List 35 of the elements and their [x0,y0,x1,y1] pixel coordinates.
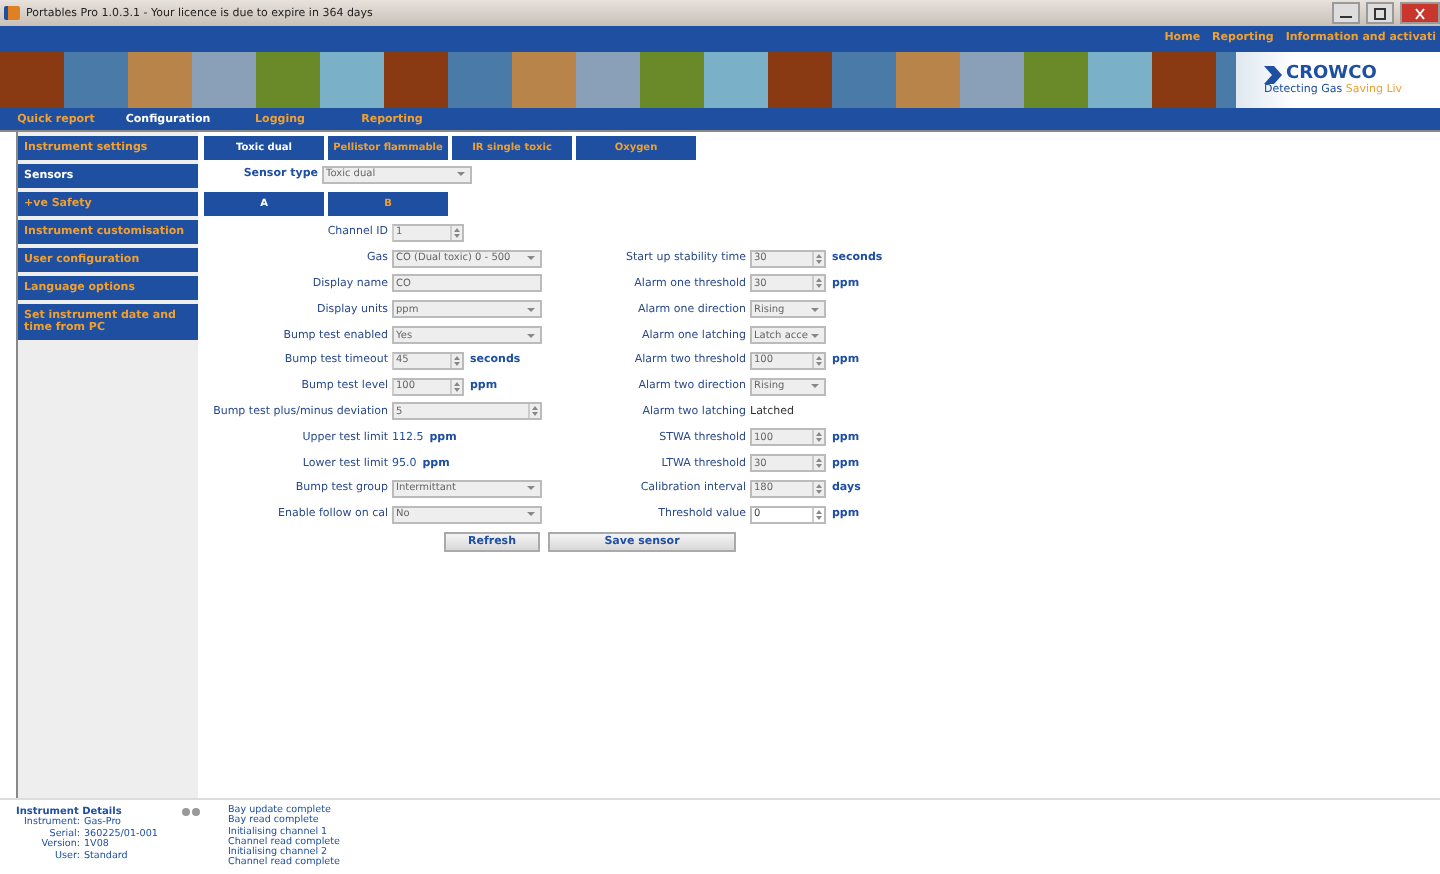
photo-placeholder [704,52,768,108]
minimize-icon[interactable] [1332,2,1360,24]
photo-placeholder [64,52,128,108]
photo-placeholder [384,52,448,108]
photo-placeholder [512,52,576,108]
photo-placeholder [768,52,832,108]
photo-placeholder [896,52,960,108]
dropdown-caret-icon [810,382,820,391]
dropdown-caret-icon [810,331,820,340]
dropdown-caret-icon [456,170,466,178]
app-icon [4,6,20,20]
photo-placeholder [832,52,896,108]
dropdown-caret-icon [526,331,536,340]
dropdown-caret-icon [526,305,536,314]
spinner-arrows-icon[interactable] [812,507,824,522]
photo-placeholder [576,52,640,108]
photo-placeholder [0,52,64,108]
photo-placeholder [1024,52,1088,108]
logo-text: CROWCO [1286,64,1377,84]
photo-placeholder [640,52,704,108]
maximize-icon[interactable] [1366,2,1394,24]
dropdown-caret-icon [526,484,536,493]
photo-placeholder [448,52,512,108]
photo-placeholder [1088,52,1152,108]
photo-placeholder [320,52,384,108]
dropdown-caret-icon [526,510,536,519]
dropdown-caret-icon [526,254,536,263]
photo-placeholder [256,52,320,108]
status-dots-icon [182,808,200,816]
photo-placeholder [192,52,256,108]
dropdown-caret-icon [810,305,820,314]
logo-icon [1264,65,1282,83]
close-icon[interactable] [1400,2,1440,24]
photo-placeholder [128,52,192,108]
photo-placeholder [960,52,1024,108]
